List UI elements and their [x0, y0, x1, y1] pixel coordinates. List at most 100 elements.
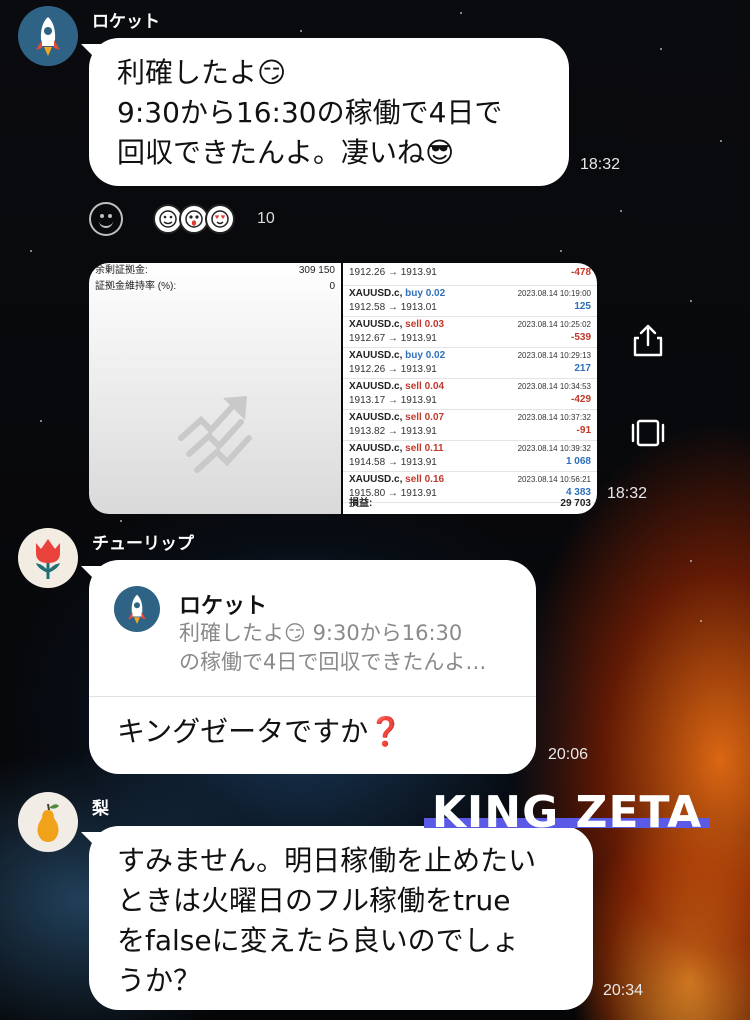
account-label: 証拠金維持率 (%): — [95, 281, 177, 292]
trade-row: XAUUSD.c, buy 0.02 2023.08.14 10:29:13 191… — [343, 348, 597, 379]
expand-icon[interactable] — [630, 418, 666, 448]
reaction-list[interactable] — [153, 204, 235, 234]
trade-symbol-line: XAUUSD.c, sell 0.07 — [349, 412, 444, 423]
trade-side: buy — [405, 288, 423, 299]
tulip-icon — [36, 539, 60, 579]
account-row: 余剰証拠金: 309 150 — [89, 263, 341, 279]
avatar-pear[interactable] — [18, 792, 78, 852]
message-time: 18:32 — [580, 156, 621, 173]
trade-prices: 1912.26 → 1913.91 — [349, 267, 437, 278]
account-label: 余剰証拠金: — [95, 265, 148, 276]
trade-pnl: -91 — [576, 425, 591, 436]
trade-row: 1912.26 → 1913.91 -478 — [343, 263, 597, 286]
trade-symbol: XAUUSD.c, — [349, 350, 403, 361]
trade-date: 2023.08.14 10:56:21 — [517, 475, 591, 484]
trade-pnl: 125 — [574, 301, 591, 312]
message-time: 18:32 — [607, 485, 648, 502]
star — [560, 250, 562, 252]
trade-symbol: XAUUSD.c, — [349, 412, 403, 423]
trade-symbol-line: XAUUSD.c, sell 0.11 — [349, 443, 444, 454]
trade-date: 2023.08.14 10:37:32 — [517, 413, 591, 422]
trade-pnl: 217 — [574, 363, 591, 374]
trade-symbol: XAUUSD.c, — [349, 288, 403, 299]
star — [700, 620, 702, 622]
sender-name: チューリップ — [92, 534, 194, 553]
trade-side: sell — [405, 412, 422, 423]
footer-label: 損益: — [349, 498, 373, 509]
trade-prices: 1912.26 → 1913.91 — [349, 364, 437, 375]
trade-symbol-line: XAUUSD.c, sell 0.03 — [349, 319, 444, 330]
trade-list: 1912.26 → 1913.91 -478 XAUUSD.c, buy 0.02 2… — [343, 263, 597, 503]
trade-row: XAUUSD.c, sell 0.04 2023.08.14 10:34:53 19… — [343, 379, 597, 410]
heart-eyes-face-icon — [205, 204, 235, 234]
trade-prices: 1912.67 → 1913.91 — [349, 333, 437, 344]
trade-volume: 0.16 — [424, 474, 445, 485]
trade-side: buy — [405, 350, 423, 361]
trade-prices: 1912.58 → 1913.01 — [349, 302, 437, 313]
trade-prices: 1913.17 → 1913.91 — [349, 395, 437, 406]
trade-symbol-line: XAUUSD.c, sell 0.16 — [349, 474, 444, 485]
star — [300, 30, 302, 32]
trade-side: sell — [405, 443, 422, 454]
star — [30, 250, 32, 252]
smile-mouth — [99, 218, 113, 228]
shared-image-trades[interactable]: 1912.26 → 1913.91 -478 XAUUSD.c, buy 0.02 2… — [343, 263, 597, 514]
trade-symbol-line: XAUUSD.c, buy 0.02 — [349, 288, 445, 299]
trend-arrow-icon — [178, 396, 252, 473]
trade-symbol: XAUUSD.c, — [349, 474, 403, 485]
trade-row: XAUUSD.c, sell 0.11 2023.08.14 10:39:32 19… — [343, 441, 597, 472]
account-value: 0 — [329, 281, 335, 292]
trade-symbol: XAUUSD.c, — [349, 443, 403, 454]
account-row: 証拠金維持率 (%): 0 — [89, 279, 341, 295]
trade-volume: 0.07 — [424, 412, 445, 423]
trade-volume: 0.02 — [425, 288, 446, 299]
add-reaction-icon[interactable] — [89, 202, 123, 236]
avatar-rocket[interactable] — [18, 6, 78, 66]
trade-volume: 0.03 — [424, 319, 445, 330]
trade-symbol-line: XAUUSD.c, buy 0.02 — [349, 350, 445, 361]
trade-side: sell — [405, 381, 422, 392]
shared-image-account[interactable]: 余剰証拠金: 309 150 証拠金維持率 (%): 0 — [89, 263, 341, 514]
trade-symbol: XAUUSD.c, — [349, 319, 403, 330]
trade-symbol: XAUUSD.c, — [349, 381, 403, 392]
trade-side: sell — [405, 474, 422, 485]
message-bubble[interactable]: ロケット 利確したよ😏 9:30から16:30 の稼働で4日で回収できたんよ… … — [81, 560, 536, 774]
star — [620, 210, 622, 212]
message-time: 20:06 — [548, 746, 589, 763]
quote-text: 利確したよ😏 9:30から16:30 の稼働で4日で回収できたんよ… — [179, 621, 487, 674]
trade-date: 2023.08.14 10:25:02 — [517, 320, 591, 329]
quote-divider — [89, 696, 536, 697]
star — [690, 560, 692, 562]
star — [460, 12, 462, 14]
message-bubble[interactable]: 利確したよ😏 9:30から16:30の稼働で4日で 回収できたんよ。凄いね😎 — [81, 38, 569, 186]
star — [40, 420, 42, 422]
trade-pnl: -478 — [570, 267, 591, 278]
message-text: キングゼータですか❓ — [117, 715, 404, 748]
message-text: すみません。明日稼働を止めたい ときは火曜日のフル稼働をtrue をfalseに… — [117, 844, 537, 997]
trade-row: XAUUSD.c, sell 0.07 2023.08.14 10:37:32 19… — [343, 410, 597, 441]
trade-prices: 1914.58 → 1913.91 — [349, 457, 437, 468]
rocket-icon — [36, 17, 60, 56]
sender-name: 梨 — [92, 799, 109, 818]
message-time: 20:34 — [603, 982, 644, 999]
trade-pnl: -539 — [570, 332, 591, 343]
quote-sender: ロケット — [179, 594, 268, 619]
trade-row: XAUUSD.c, buy 0.02 2023.08.14 10:19:00 191… — [343, 286, 597, 317]
trade-pnl: 1 068 — [565, 456, 591, 467]
trade-volume: 0.02 — [425, 350, 446, 361]
watermark-text: KING ZETA — [431, 787, 703, 838]
footer-value: 29 703 — [560, 498, 591, 509]
star — [120, 520, 122, 522]
message-bubble[interactable]: すみません。明日稼働を止めたい ときは火曜日のフル稼働をtrue をfalseに… — [81, 826, 593, 1010]
message-text: 利確したよ😏 9:30から16:30の稼働で4日で 回収できたんよ。凄いね😎 — [117, 56, 503, 169]
account-value: 309 150 — [298, 265, 335, 276]
sender-name: ロケット — [92, 12, 160, 31]
trade-date: 2023.08.14 10:34:53 — [517, 382, 591, 391]
trade-footer: 損益: 29 703 — [343, 496, 597, 512]
trade-row: XAUUSD.c, sell 0.03 2023.08.14 10:25:02 19… — [343, 317, 597, 348]
trade-date: 2023.08.14 10:39:32 — [517, 444, 591, 453]
trade-volume: 0.04 — [424, 381, 445, 392]
trade-prices: 1913.82 → 1913.91 — [349, 426, 437, 437]
share-icon[interactable] — [632, 324, 664, 358]
avatar-tulip[interactable] — [18, 528, 78, 588]
